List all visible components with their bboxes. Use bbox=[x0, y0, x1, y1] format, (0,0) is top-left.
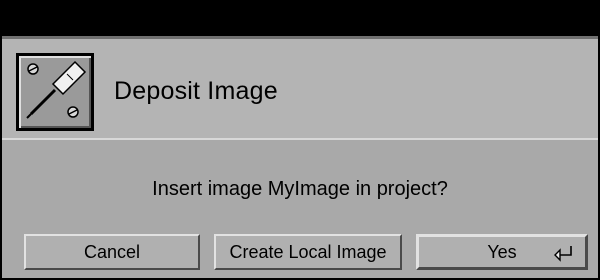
enter-key-icon bbox=[554, 246, 572, 262]
dialog-message: Insert image MyImage in project? bbox=[152, 178, 448, 200]
dialog-header: Deposit Image bbox=[2, 36, 598, 140]
yes-button[interactable]: Yes bbox=[416, 234, 588, 270]
cancel-button[interactable]: Cancel bbox=[24, 234, 200, 270]
create-local-image-button-label: Create Local Image bbox=[229, 241, 387, 262]
dialog-title: Deposit Image bbox=[114, 77, 278, 105]
deposit-image-dialog: Deposit Image Insert image MyImage in pr… bbox=[0, 0, 600, 280]
create-local-image-button[interactable]: Create Local Image bbox=[214, 234, 402, 270]
yes-button-label: Yes bbox=[487, 241, 517, 262]
cancel-button-label: Cancel bbox=[83, 241, 141, 262]
tool-icon bbox=[16, 53, 94, 131]
window-titlebar[interactable] bbox=[2, 2, 598, 36]
